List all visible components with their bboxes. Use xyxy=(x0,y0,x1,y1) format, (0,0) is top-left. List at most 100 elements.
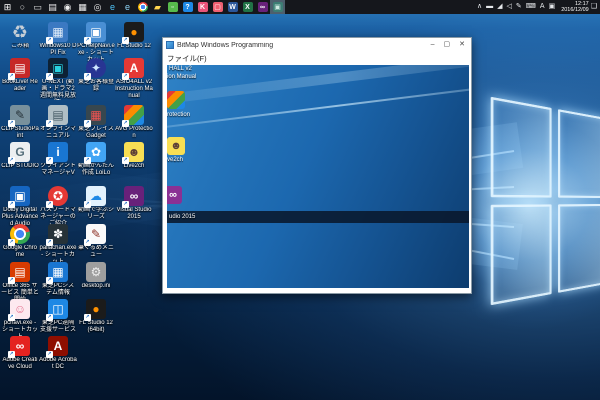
desktop-icon-google-chrome[interactable]: ↗Google Chrome xyxy=(1,224,39,259)
video-learning-series-icon: ☁↗ xyxy=(86,186,106,206)
desktop-icon-adobe-acrobat-dc[interactable]: A↗Adobe Acrobat DC xyxy=(39,336,77,371)
desktop-icon-avg-protection[interactable]: ↗AVG Protection xyxy=(115,105,153,140)
close-button[interactable]: ✕ xyxy=(459,38,465,52)
app-k-icon: K xyxy=(198,2,208,12)
bitmap-label: ion Manual xyxy=(167,74,196,81)
pen-settings-icon[interactable]: ✎ xyxy=(516,0,522,14)
desktop-icon-pcnavi-shortcut[interactable]: ☺↗pcnavi.exe - ショートカット xyxy=(1,299,39,341)
desktop-icon-asio4all-manual[interactable]: A↗ASIO4ALL v2 Instruction Manual xyxy=(115,58,153,100)
bitmap-app-taskbar-icon[interactable]: ▣ xyxy=(270,0,285,14)
desktop-icon-live2ch[interactable]: ☻↗Live2ch xyxy=(115,142,153,170)
task-view-icon: ▭ xyxy=(33,0,42,14)
action-center-icon[interactable]: ❑ xyxy=(591,0,597,14)
camera-taskbar-icon[interactable]: ◉ xyxy=(60,0,75,14)
help-app-taskbar-icon[interactable]: ? xyxy=(180,0,195,14)
desktop-icon-desktop-ini[interactable]: ⚙desktop.ini xyxy=(77,262,115,290)
word-icon: W xyxy=(228,2,238,12)
desktop-icon-password-manager-intro[interactable]: ✪↗パスワードマネージャーのご紹介 xyxy=(39,186,77,228)
shortcut-arrow-icon: ↗ xyxy=(8,201,15,208)
desktop-icon-recycle-bin[interactable]: ♻ごみ箱 xyxy=(1,22,39,50)
desktop-icon-label: Windows10 DPI Fix xyxy=(39,43,77,57)
desktop-icon-booklive-reader[interactable]: ▤↗BookLive! Reader xyxy=(1,58,39,93)
clock-date: 2016/12/09 xyxy=(561,7,589,13)
windows-logo xyxy=(491,97,600,306)
tray-expand-icon[interactable]: ∧ xyxy=(477,0,482,14)
chrome-taskbar-icon[interactable] xyxy=(135,0,150,14)
desktop-icon-toshiba-pc-remote-support[interactable]: ◫↗東芝PC遠隔支援サービス xyxy=(39,299,77,334)
desktop-icon-label: 東芝PC遠隔支援サービス xyxy=(39,320,77,334)
shortcut-arrow-icon: ↗ xyxy=(46,73,53,80)
desktop-icon-client-manager-v[interactable]: i↗クライアントマネージャV xyxy=(39,142,77,177)
desktop-icon-fl-studio-12[interactable]: ●↗FL Studio 12 xyxy=(115,22,153,50)
clip-app-taskbar-icon[interactable]: ▢ xyxy=(210,0,225,14)
desktop-icon-clip-studio[interactable]: G↗CLIP STUDIO xyxy=(1,142,39,170)
desktop-icon-toshiba-customer-registration[interactable]: ✦↗東芝お客様登録 xyxy=(77,58,115,93)
desktop-icon-dolby-digital-plus[interactable]: ▣↗Dolby Digital Plus Advanced Audio xyxy=(1,186,39,228)
bitmap-app-window[interactable]: BitMap Windows Programming – ▢ ✕ ファイル(F)… xyxy=(162,37,472,294)
desktop-icon-video-learning-series[interactable]: ☁↗動画で学ぶシリーズ xyxy=(77,186,115,221)
booklive-reader-icon: ▤↗ xyxy=(10,58,30,78)
volume-icon[interactable]: ◁ xyxy=(507,0,512,14)
desktop-icon-office-365-service[interactable]: ▤↗Office 365 サービス 簡単と開始 xyxy=(1,262,39,304)
google-chrome-icon: ↗ xyxy=(10,224,30,244)
desktop-icon-loilo[interactable]: ✿↗動画かんたん作成 LoiLo xyxy=(77,142,115,177)
maximize-button[interactable]: ▢ xyxy=(444,38,451,52)
online-manual-icon: ▤↗ xyxy=(48,105,68,125)
bitmap-label: udio 2015 xyxy=(169,214,195,221)
touch-keyboard-icon[interactable]: ⌨ xyxy=(526,0,536,14)
store-taskbar-icon[interactable]: ▤ xyxy=(45,0,60,14)
windows-logo-pane xyxy=(491,97,552,198)
visual-studio-taskbar-icon[interactable]: ∞ xyxy=(255,0,270,14)
desktop-icon-fudegurume-menu[interactable]: ✎↗筆ぐるめメニュー xyxy=(77,224,115,259)
task-view-taskbar-icon[interactable]: ▭ xyxy=(30,0,45,14)
desktop-icon-fl-studio-12-64bit[interactable]: ●↗FL Studio 12 (64bit) xyxy=(77,299,115,334)
cortana-search-taskbar-icon[interactable]: ○ xyxy=(15,0,30,14)
groove-music-taskbar-icon[interactable]: ◎ xyxy=(90,0,105,14)
desktop-icon-online-manual[interactable]: ▤↗オンラインマニュアル xyxy=(39,105,77,140)
menu-file[interactable]: ファイル(F) xyxy=(167,53,207,64)
desktop-icon-label: ASIO4ALL v2 Instruction Manual xyxy=(115,79,153,100)
window-titlebar[interactable]: BitMap Windows Programming – ▢ ✕ xyxy=(163,38,471,52)
battery-icon[interactable]: ▬ xyxy=(486,0,493,14)
shortcut-arrow-icon: ↗ xyxy=(84,239,91,246)
shortcut-arrow-icon: ↗ xyxy=(46,37,53,44)
groove-music-icon: ◎ xyxy=(94,0,102,14)
desktop-icon-visual-studio-2015[interactable]: ∞↗Visual Studio 2015 xyxy=(115,186,153,221)
start-taskbar-icon[interactable]: ⊞ xyxy=(0,0,15,14)
clip-studio-paint-icon: ✎↗ xyxy=(10,105,30,125)
window-title: BitMap Windows Programming xyxy=(177,42,431,49)
file-explorer-taskbar-icon[interactable]: ▰ xyxy=(150,0,165,14)
loilo-icon: ✿↗ xyxy=(86,142,106,162)
desktop-icon-u-next[interactable]: ▣↗U-NEXT (動画・ドラマ2週間無料見放題) xyxy=(39,58,77,100)
shortcut-arrow-icon: ↗ xyxy=(122,157,129,164)
calculator-taskbar-icon[interactable]: ▦ xyxy=(75,0,90,14)
edge-taskbar-icon[interactable]: e xyxy=(105,0,120,14)
desktop-icon-toshiba-pc-system-info[interactable]: ▦↗東芝PCシステム情報 xyxy=(39,262,77,297)
shortcut-arrow-icon: ↗ xyxy=(84,157,91,164)
taskbar-clock[interactable]: 12:17 2016/12/09 xyxy=(559,1,591,13)
shortcut-arrow-icon: ↗ xyxy=(122,201,129,208)
internet-explorer-icon: e xyxy=(125,0,130,14)
desktop-icon-clip-studio-paint[interactable]: ✎↗CLIPStudioPaint xyxy=(1,105,39,140)
shortcut-arrow-icon: ↗ xyxy=(8,314,15,321)
taskbar[interactable]: ⊞○▭▤◉▦◎ee▰▫?K▢WX∞▣ ∧▬◢◁✎⌨A▣ 12:17 2016/1… xyxy=(0,0,600,14)
bitmap-dark-band xyxy=(167,211,469,223)
desktop-icon-windows10-dpi-fix[interactable]: ▦↗Windows10 DPI Fix xyxy=(39,22,77,57)
shortcut-arrow-icon: ↗ xyxy=(46,201,53,208)
app-k-taskbar-icon[interactable]: K xyxy=(195,0,210,14)
desktop-icon-adobe-creative-cloud[interactable]: ∞↗Adobe Creative Cloud xyxy=(1,336,39,371)
minimize-button[interactable]: – xyxy=(431,38,435,52)
desktop-icon-toshiba-place-gadget[interactable]: ▦↗東芝プレイスGadget xyxy=(77,105,115,140)
word-taskbar-icon[interactable]: W xyxy=(225,0,240,14)
ime-options-icon[interactable]: ▣ xyxy=(549,0,556,14)
shortcut-arrow-icon: ↗ xyxy=(84,73,91,80)
fl-studio-12-icon: ●↗ xyxy=(124,22,144,42)
excel-taskbar-icon[interactable]: X xyxy=(240,0,255,14)
network-icon[interactable]: ◢ xyxy=(497,0,502,14)
internet-explorer-taskbar-icon[interactable]: e xyxy=(120,0,135,14)
visual-studio-icon: ∞ xyxy=(258,2,268,12)
shortcut-arrow-icon: ↗ xyxy=(122,73,129,80)
ime-mode-icon[interactable]: A xyxy=(540,0,545,14)
desktop-icon-paliachan-shortcut[interactable]: ✽↗paliachan.exe - ショートカット xyxy=(39,224,77,266)
green-app-taskbar-icon[interactable]: ▫ xyxy=(165,0,180,14)
